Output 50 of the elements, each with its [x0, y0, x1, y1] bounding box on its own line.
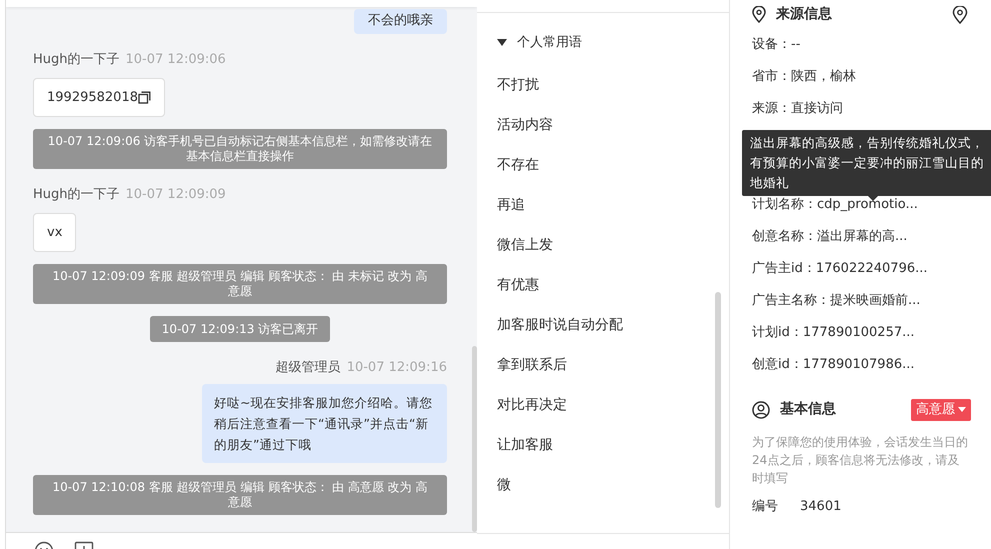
sender-name: Hugh的一下子 [33, 52, 120, 67]
tooltip: 溢出屏幕的高级感，告别传统婚礼仪式，有预算的小富婆一定要冲的丽江雪山目的地婚礼 [742, 130, 991, 196]
message-bubble: 好哒~现在安排客服加您介绍哈。请您稍后注意查看一下“通讯录”并点击“新的朋友”通过下哦 [202, 384, 447, 462]
info-row-text: 创意名称：溢出屏幕的高... [752, 228, 908, 246]
message-time: 10-07 12:09:09 [126, 187, 226, 202]
section-title: 基本信息 [780, 400, 836, 420]
system-notice: 10-07 12:09:09 客服 超级管理员 编辑 顾客状态： 由 未标记 改为 高意愿 [33, 264, 447, 304]
phrase-item[interactable]: 有优惠 [477, 264, 729, 304]
info-row-text: 计划id：177890100257... [752, 324, 916, 342]
info-row-text: 来源：直接访问 [752, 100, 844, 118]
info-row-text: 广告主id：176022240796... [752, 260, 929, 278]
sender-name: Hugh的一下子 [33, 187, 120, 202]
info-row-text: 省市：陕西，榆林 [752, 68, 857, 86]
info-row-text: 广告主名称：提米映画婚前... [752, 292, 922, 310]
phrase-item[interactable]: 拿到联系后 [477, 344, 729, 384]
phrase-item[interactable]: 对比再决定 [477, 384, 729, 424]
field-label: 编号 [752, 498, 778, 516]
sender-name: 超级管理员 [276, 360, 341, 375]
system-notice: 10-07 12:10:08 客服 超级管理员 编辑 顾客状态： 由 高意愿 改为 高意愿 [33, 474, 447, 514]
system-notice: 10-07 12:09:06 访客手机号已自动标记右侧基本信息栏，如需修改请在基本信息栏直接操作 [33, 129, 447, 169]
system-notice: 10-07 12:09:13 访客已离开 [150, 316, 330, 342]
location-pin-icon [752, 6, 766, 23]
phrase-item[interactable]: 再追 [477, 184, 729, 224]
phrase-group-header[interactable]: 个人常用语 [477, 13, 729, 52]
location-pin-icon[interactable] [951, 6, 969, 24]
message-bubble: 不会的哦亲 [354, 9, 447, 34]
phrase-item[interactable]: 不打扰 [477, 64, 729, 104]
info-row-text: 计划名称：cdp_promotio... [752, 196, 919, 214]
intent-dropdown[interactable]: 高意愿 [911, 399, 971, 420]
info-row-text: 设备：-- [752, 36, 802, 54]
message-time: 10-07 12:09:06 [126, 52, 226, 67]
message-text: vx [47, 224, 62, 242]
message-text: 19929582018 [47, 88, 138, 106]
scrollbar[interactable] [715, 292, 721, 508]
field-value: 34601 [800, 498, 842, 516]
phrase-item[interactable]: 让加客服 [477, 424, 729, 464]
user-circle-icon [752, 400, 770, 419]
info-row-text: 创意id：177890107986... [752, 356, 916, 374]
phrase-group-label: 个人常用语 [517, 34, 582, 52]
info-notice: 为了保障您的使用体验，会话发生当日的24点之后，顾客信息将无法修改，请及时填写 [752, 434, 969, 486]
phrase-item[interactable]: 活动内容 [477, 104, 729, 144]
phrase-item[interactable]: 微信上发 [477, 224, 729, 264]
phrase-item[interactable]: 不存在 [477, 144, 729, 184]
phrase-item[interactable]: 加客服时说自动分配 [477, 304, 729, 344]
message-time: 10-07 12:09:16 [346, 360, 447, 375]
section-title: 来源信息 [776, 5, 832, 24]
scrollbar[interactable] [472, 346, 477, 532]
copy-icon[interactable] [138, 90, 151, 104]
phrase-item[interactable]: 微 [477, 464, 729, 504]
caret-down-icon [958, 407, 966, 412]
